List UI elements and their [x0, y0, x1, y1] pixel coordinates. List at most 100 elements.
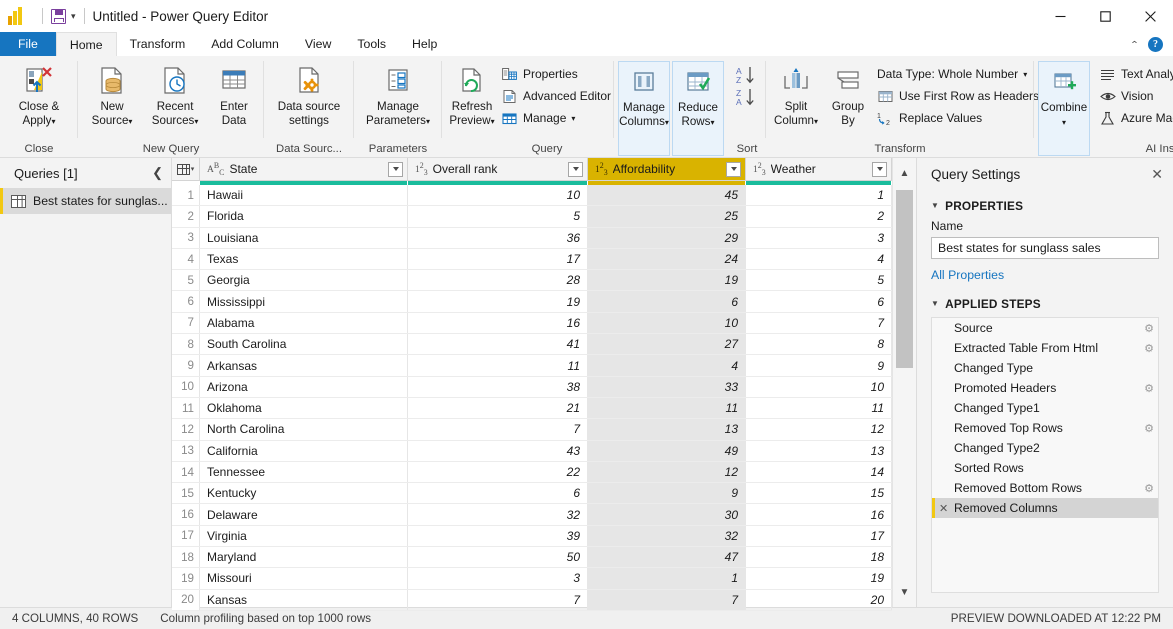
column-header-weather[interactable]: 123 Weather	[746, 158, 892, 180]
cell-state[interactable]: Alabama	[200, 313, 408, 333]
table-row[interactable]: 6Mississippi1966	[172, 291, 892, 312]
cell-state[interactable]: Kansas	[200, 590, 408, 610]
azure-machine-learning-button[interactable]: Azure Machine Learning	[1096, 107, 1173, 129]
tab-view[interactable]: View	[292, 32, 344, 56]
cell-overall-rank[interactable]: 41	[408, 334, 588, 354]
text-analytics-button[interactable]: Text Analytics	[1096, 63, 1173, 85]
minimize-button[interactable]	[1038, 0, 1083, 32]
cell-affordability[interactable]: 19	[588, 270, 746, 290]
all-properties-link[interactable]: All Properties	[931, 268, 1004, 282]
cell-overall-rank[interactable]: 6	[408, 483, 588, 503]
help-icon[interactable]: ?	[1148, 37, 1163, 52]
table-row[interactable]: 9Arkansas1149	[172, 355, 892, 376]
combine-button[interactable]: Combine▾	[1038, 61, 1090, 156]
table-row[interactable]: 13California434913	[172, 441, 892, 462]
cell-affordability[interactable]: 9	[588, 483, 746, 503]
cell-overall-rank[interactable]: 39	[408, 526, 588, 546]
recent-sources-button[interactable]: Recent Sources▾	[142, 61, 208, 128]
close-and-apply-button[interactable]: Close & Apply▾	[4, 61, 74, 128]
tab-home[interactable]: Home	[56, 32, 117, 56]
applied-step[interactable]: Source⚙	[932, 318, 1158, 338]
cell-affordability[interactable]: 6	[588, 291, 746, 311]
cell-affordability[interactable]: 10	[588, 313, 746, 333]
cell-overall-rank[interactable]: 11	[408, 355, 588, 375]
table-row[interactable]: 12North Carolina71312	[172, 419, 892, 440]
cell-overall-rank[interactable]: 16	[408, 313, 588, 333]
scroll-up-icon[interactable]: ▲	[893, 164, 916, 182]
query-name-input[interactable]: Best states for sunglass sales	[931, 237, 1159, 259]
cell-affordability[interactable]: 25	[588, 206, 746, 226]
applied-step[interactable]: Extracted Table From Html⚙	[932, 338, 1158, 358]
step-settings-gear-icon[interactable]: ⚙	[1140, 382, 1158, 395]
data-source-settings-button[interactable]: Data source settings	[268, 61, 350, 127]
column-filter-button[interactable]	[726, 162, 741, 177]
applied-step[interactable]: Changed Type2	[932, 438, 1158, 458]
cell-affordability[interactable]: 29	[588, 228, 746, 248]
table-row[interactable]: 11Oklahoma211111	[172, 398, 892, 419]
cell-overall-rank[interactable]: 7	[408, 590, 588, 610]
cell-state[interactable]: California	[200, 441, 408, 461]
cell-affordability[interactable]: 11	[588, 398, 746, 418]
refresh-preview-button[interactable]: Refresh Preview▾	[446, 61, 498, 128]
data-type-button[interactable]: Data Type: Whole Number ▾	[874, 63, 1054, 85]
vision-button[interactable]: Vision	[1096, 85, 1173, 107]
advanced-editor-button[interactable]: Advanced Editor	[498, 85, 617, 107]
manage-button[interactable]: Manage ▾	[498, 107, 617, 129]
scrollbar-thumb[interactable]	[896, 190, 913, 368]
properties-section-header[interactable]: ▼ PROPERTIES	[931, 199, 1159, 213]
grid-vertical-scrollbar[interactable]: ▲ ▼	[892, 158, 916, 607]
table-row[interactable]: 2Florida5252	[172, 206, 892, 227]
column-filter-button[interactable]	[568, 162, 583, 177]
reduce-rows-button[interactable]: Reduce Rows▾	[672, 61, 724, 156]
applied-step[interactable]: Changed Type	[932, 358, 1158, 378]
group-by-button[interactable]: Group By	[822, 61, 874, 127]
tab-transform[interactable]: Transform	[117, 32, 199, 56]
cell-weather[interactable]: 4	[746, 249, 892, 269]
table-row[interactable]: 19Missouri3119	[172, 568, 892, 589]
cell-overall-rank[interactable]: 10	[408, 185, 588, 205]
cell-weather[interactable]: 8	[746, 334, 892, 354]
cell-weather[interactable]: 12	[746, 419, 892, 439]
table-row[interactable]: 7Alabama16107	[172, 313, 892, 334]
manage-columns-button[interactable]: Manage Columns▾	[618, 61, 670, 156]
column-header-state[interactable]: ABC State	[200, 158, 408, 180]
cell-overall-rank[interactable]: 38	[408, 377, 588, 397]
use-first-row-as-headers-button[interactable]: Use First Row as Headers ▾	[874, 85, 1054, 107]
cell-state[interactable]: Maryland	[200, 547, 408, 567]
cell-weather[interactable]: 9	[746, 355, 892, 375]
table-row[interactable]: 4Texas17244	[172, 249, 892, 270]
table-row[interactable]: 1Hawaii10451	[172, 185, 892, 206]
cell-affordability[interactable]: 30	[588, 504, 746, 524]
cell-weather[interactable]: 13	[746, 441, 892, 461]
cell-state[interactable]: Kentucky	[200, 483, 408, 503]
select-all-columns-button[interactable]: ▾	[172, 158, 200, 180]
cell-state[interactable]: Hawaii	[200, 185, 408, 205]
table-row[interactable]: 16Delaware323016	[172, 504, 892, 525]
applied-step[interactable]: ✕Removed Columns	[932, 498, 1158, 518]
cell-affordability[interactable]: 24	[588, 249, 746, 269]
cell-overall-rank[interactable]: 3	[408, 568, 588, 588]
cell-state[interactable]: North Carolina	[200, 419, 408, 439]
cell-overall-rank[interactable]: 5	[408, 206, 588, 226]
table-row[interactable]: 17Virginia393217	[172, 526, 892, 547]
cell-weather[interactable]: 5	[746, 270, 892, 290]
applied-step[interactable]: Removed Bottom Rows⚙	[932, 478, 1158, 498]
step-settings-gear-icon[interactable]: ⚙	[1140, 422, 1158, 435]
save-icon[interactable]	[51, 9, 66, 24]
cell-state[interactable]: Oklahoma	[200, 398, 408, 418]
applied-steps-section-header[interactable]: ▼ APPLIED STEPS	[931, 297, 1159, 311]
cell-affordability[interactable]: 32	[588, 526, 746, 546]
cell-state[interactable]: Tennessee	[200, 462, 408, 482]
table-row[interactable]: 15Kentucky6915	[172, 483, 892, 504]
delete-step-icon[interactable]: ✕	[939, 502, 954, 515]
split-column-button[interactable]: Split Column▾	[770, 61, 822, 128]
tab-file[interactable]: File	[0, 32, 56, 56]
step-settings-gear-icon[interactable]: ⚙	[1140, 342, 1158, 355]
cell-affordability[interactable]: 49	[588, 441, 746, 461]
close-button[interactable]	[1128, 0, 1173, 32]
column-header-affordability[interactable]: 123 Affordability	[588, 158, 746, 180]
manage-parameters-button[interactable]: Manage Parameters▾	[358, 61, 438, 128]
cell-weather[interactable]: 7	[746, 313, 892, 333]
sort-descending-button[interactable]: Z A	[732, 86, 762, 108]
step-settings-gear-icon[interactable]: ⚙	[1140, 322, 1158, 335]
